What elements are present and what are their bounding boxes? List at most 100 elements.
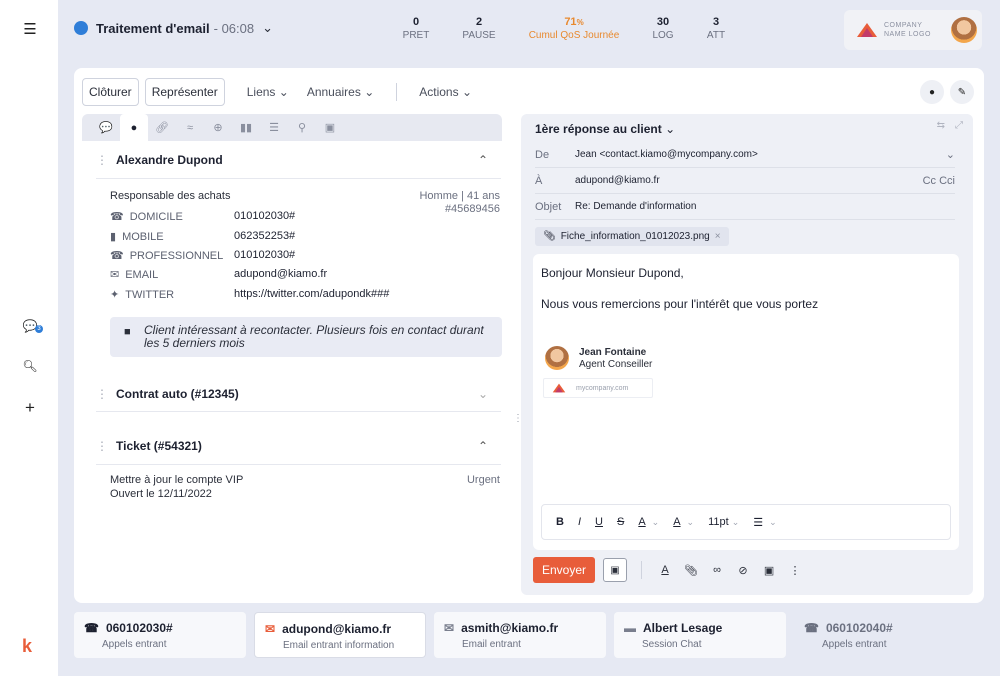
- interaction-tab-call[interactable]: ☎︎ 060102030# Appels entrant: [74, 612, 246, 658]
- company-logo-icon: [552, 383, 566, 393]
- divider: [96, 178, 501, 179]
- toolbar-divider: [396, 83, 398, 101]
- tab-conversations-icon[interactable]: 💬: [92, 114, 120, 141]
- field-value-email[interactable]: adupond@kiamo.fr: [234, 268, 327, 280]
- field-label-home: ☎︎ DOMICILE: [110, 210, 183, 224]
- search-icon[interactable]: 🔍︎: [18, 354, 42, 378]
- send-button[interactable]: Envoyer: [533, 557, 596, 583]
- field-value-twitter[interactable]: https://twitter.com/adupondk###: [234, 288, 389, 300]
- drag-handle-icon[interactable]: ⋮: [96, 153, 108, 167]
- field-label-pro: ☎︎ PROFESSIONNEL: [110, 249, 224, 263]
- company-logo: COMPANY NAME LOGO: [844, 10, 982, 50]
- represent-button[interactable]: Représenter: [144, 78, 225, 106]
- links-dropdown[interactable]: Liens ⌄: [241, 79, 295, 105]
- chevron-up-icon[interactable]: ⌃: [478, 153, 488, 167]
- highlight-button[interactable]: A: [673, 516, 680, 528]
- drag-handle-icon[interactable]: ⋮: [96, 387, 108, 401]
- add-icon[interactable]: +: [18, 396, 42, 420]
- interaction-tab-call-2[interactable]: ☎︎ 060102040# Appels entrant: [794, 612, 966, 658]
- field-value-pro[interactable]: 010102030#: [234, 249, 295, 261]
- save-icon[interactable]: ▣: [603, 558, 628, 582]
- tag-icon[interactable]: ●: [920, 80, 944, 104]
- swap-icon[interactable]: ⇆: [937, 120, 945, 131]
- contact-name: Alexandre Dupond: [116, 153, 223, 167]
- chat-badge: 3: [35, 325, 43, 333]
- action-toolbar: Clôturer Représenter Liens ⌄ Annuaires ⌄…: [82, 78, 478, 106]
- align-icon[interactable]: ☰: [753, 516, 763, 529]
- attachment-chip[interactable]: 📎︎ Fiche_information_01012023.png ×: [535, 227, 729, 246]
- tab-contact-icon[interactable]: ●: [120, 114, 148, 141]
- interaction-tabs: ☎︎ 060102030# Appels entrant ✉︎ adupond@ki…: [74, 612, 984, 660]
- field-label-email: ✉︎ EMAIL: [110, 268, 159, 282]
- chevron-down-icon: ⌄: [651, 516, 660, 527]
- field-label-twitter: ✦ TWITTER: [110, 288, 175, 302]
- mail-header[interactable]: 1ère réponse au client ⌄: [535, 122, 675, 136]
- kpi-log: 30 LOG: [652, 16, 674, 41]
- status-selector[interactable]: Traitement d'email - 06:08 ⌄: [74, 20, 273, 36]
- ticket-section-header[interactable]: ⋮ Ticket (#54321) ⌃: [82, 428, 502, 464]
- main-area: Traitement d'email - 06:08 ⌄ 0 PRET 2 PAUS…: [58, 0, 1000, 676]
- format-toolbar: B I U S A ⌄ A ⌄ 11pt ⌄ ☰ ⌄: [541, 504, 951, 540]
- chevron-down-icon: ⌄: [945, 149, 955, 161]
- contract-section-header[interactable]: ⋮ Contrat auto (#12345) ⌄: [82, 376, 502, 412]
- directories-dropdown[interactable]: Annuaires ⌄: [301, 79, 380, 105]
- unlink-icon[interactable]: ⊘: [734, 564, 752, 577]
- interaction-tab-email-active[interactable]: ✉︎ adupond@kiamo.fr Email entrant informa…: [254, 612, 426, 658]
- status-label: Traitement d'email: [96, 20, 210, 36]
- tab-handshake-icon[interactable]: ≈: [176, 114, 204, 141]
- underline-button[interactable]: U: [595, 516, 603, 528]
- tab-book-icon[interactable]: ▮▮: [232, 114, 260, 141]
- ticket-title: Ticket (#54321): [116, 439, 202, 453]
- status-dot: [74, 21, 88, 35]
- brand-logo: k: [22, 636, 33, 656]
- field-value-home[interactable]: 010102030#: [234, 210, 295, 222]
- subject-row[interactable]: Objet Re: Demande d'information: [535, 194, 955, 220]
- text-format-icon[interactable]: A: [656, 564, 674, 576]
- tab-list-icon[interactable]: ☰: [260, 114, 288, 141]
- close-button[interactable]: Clôturer: [82, 78, 139, 106]
- cc-bcc-link[interactable]: Cc Cci: [923, 175, 955, 187]
- chat-icon: ▬: [624, 621, 636, 635]
- drag-handle-icon[interactable]: ⋮: [96, 439, 108, 453]
- image-icon[interactable]: ▣: [760, 564, 778, 577]
- close-icon[interactable]: ×: [715, 231, 721, 242]
- tab-card-icon[interactable]: ▣: [316, 114, 344, 141]
- interaction-tab-chat[interactable]: ▬ Albert Lesage Session Chat: [614, 612, 786, 658]
- phone-icon: ☎︎: [84, 621, 99, 635]
- tab-globe-icon[interactable]: ⊕: [204, 114, 232, 141]
- tab-person-icon[interactable]: ⚲: [288, 114, 316, 141]
- actions-dropdown[interactable]: Actions ⌄: [413, 79, 478, 105]
- tab-links-icon[interactable]: 🔗︎: [148, 114, 176, 141]
- chevron-down-icon: ⌄: [769, 516, 777, 527]
- chevron-up-icon[interactable]: ⌃: [478, 439, 488, 453]
- signature-avatar: [545, 346, 569, 370]
- to-row[interactable]: Àadupond@kiamo.fr Cc Cci: [535, 168, 955, 194]
- contact-id: #45689456: [444, 203, 500, 215]
- field-value-mobile[interactable]: 062352253#: [234, 230, 295, 242]
- note-icon: ■: [124, 326, 131, 338]
- kpi-pause: 2 PAUSE: [462, 16, 496, 41]
- italic-button[interactable]: I: [578, 516, 581, 528]
- interaction-tab-email[interactable]: ✉︎ asmith@kiamo.fr Email entrant: [434, 612, 606, 658]
- bold-button[interactable]: B: [556, 516, 564, 528]
- subject-value: Re: Demande d'information: [575, 201, 697, 212]
- twitter-icon: ✦: [110, 289, 120, 301]
- edit-icon[interactable]: ✎: [950, 80, 974, 104]
- from-row[interactable]: De Jean <contact.kiamo@mycompany.com> ⌄: [535, 142, 955, 168]
- expand-icon[interactable]: ⤢: [955, 120, 963, 131]
- paperclip-icon[interactable]: 📎︎: [682, 564, 700, 577]
- user-avatar[interactable]: [950, 17, 977, 43]
- more-icon[interactable]: ⋮: [786, 564, 804, 577]
- field-label-mobile: ▮ MOBILE: [110, 230, 164, 244]
- from-value: Jean <contact.kiamo@mycompany.com>: [575, 149, 758, 160]
- text-color-button[interactable]: A: [638, 516, 645, 528]
- ticket-opened: Ouvert le 12/11/2022: [110, 488, 212, 500]
- chevron-down-icon[interactable]: ⌄: [478, 387, 488, 401]
- menu-icon[interactable]: ☰: [18, 17, 42, 41]
- contact-section-header[interactable]: ⋮ Alexandre Dupond ⌃: [82, 142, 502, 178]
- link-icon[interactable]: ∞: [708, 564, 726, 576]
- mail-body-editor[interactable]: Bonjour Monsieur Dupond, Nous vous remer…: [533, 254, 959, 550]
- font-size-select[interactable]: 11pt ⌄: [708, 516, 739, 528]
- strike-button[interactable]: S: [617, 516, 624, 528]
- left-rail: ☰ 💬 3 🔍︎ + k: [0, 0, 58, 676]
